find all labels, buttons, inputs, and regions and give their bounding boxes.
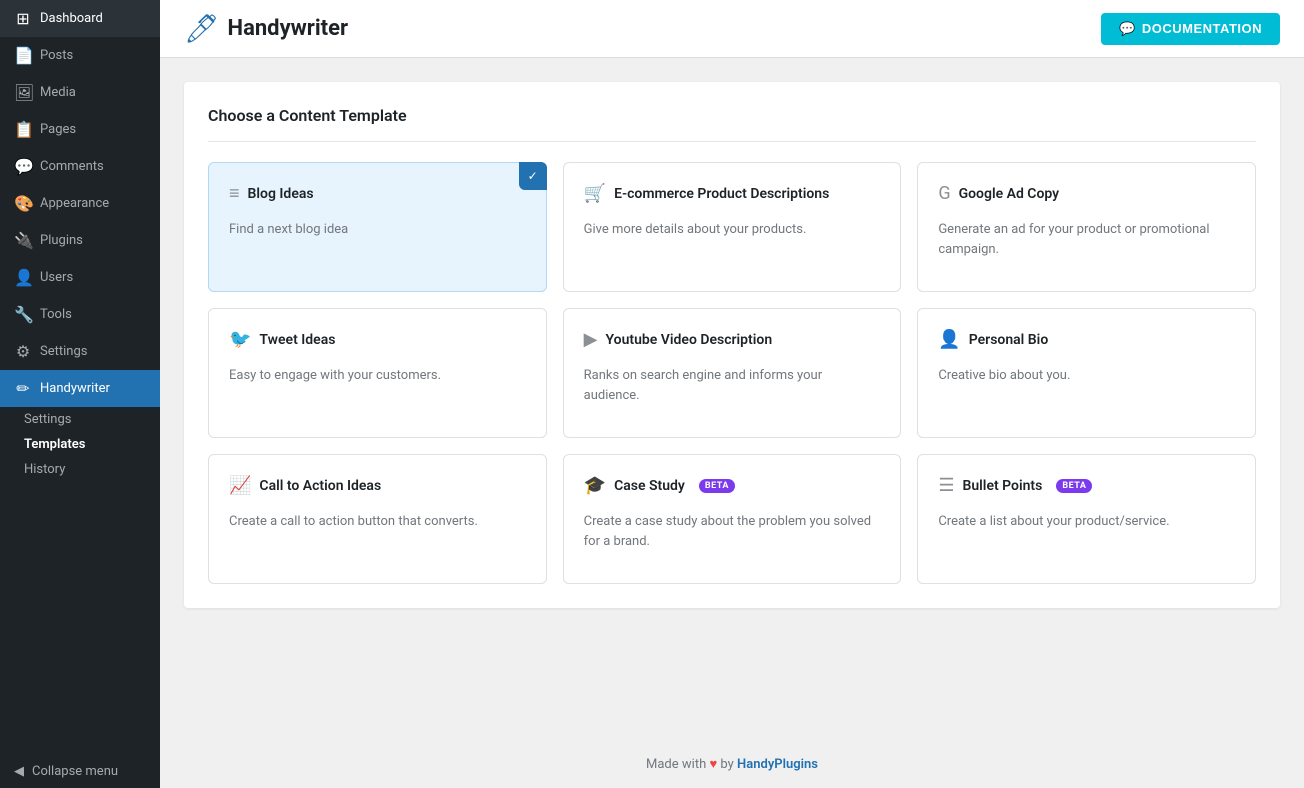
handywriter-icon: ✏ — [14, 379, 32, 398]
main-area: 🖊 Handywriter 💬 DOCUMENTATION Choose a C… — [160, 0, 1304, 788]
collapse-icon: ◀ — [14, 764, 24, 779]
plugins-icon: 🔌 — [14, 231, 32, 250]
card-desc: Give more details about your products. — [584, 220, 881, 240]
card-desc: Easy to engage with your customers. — [229, 366, 526, 386]
card-icon: 👤 — [938, 329, 960, 350]
comments-icon: 💬 — [14, 157, 32, 176]
card-desc: Creative bio about you. — [938, 366, 1235, 386]
sidebar-item-dashboard[interactable]: ⊞ Dashboard — [0, 0, 160, 37]
card-title: Bullet Points — [962, 478, 1042, 494]
card-icon: G — [938, 183, 950, 204]
card-header: ▶ Youtube Video Description — [584, 329, 881, 350]
brand: 🖊 Handywriter — [184, 12, 348, 45]
media-icon: 🖼 — [14, 83, 32, 102]
sidebar-item-comments[interactable]: 💬 Comments — [0, 148, 160, 185]
card-title: E-commerce Product Descriptions — [614, 186, 829, 202]
card-title: Tweet Ideas — [259, 332, 335, 348]
card-tweet-ideas[interactable]: 🐦 Tweet Ideas Easy to engage with your c… — [208, 308, 547, 438]
card-desc: Ranks on search engine and informs your … — [584, 366, 881, 405]
card-case-study[interactable]: 🎓 Case Study BETA Create a case study ab… — [563, 454, 902, 584]
card-blog-ideas[interactable]: ✓ ≡ Blog Ideas Find a next blog idea — [208, 162, 547, 292]
card-header: ☰ Bullet Points BETA — [938, 475, 1235, 496]
doc-icon: 💬 — [1119, 21, 1136, 37]
card-ecommerce[interactable]: 🛒 E-commerce Product Descriptions Give m… — [563, 162, 902, 292]
card-icon: ☰ — [938, 475, 954, 496]
sidebar-item-tools[interactable]: 🔧 Tools — [0, 296, 160, 333]
card-icon: 🐦 — [229, 329, 251, 350]
card-header: 👤 Personal Bio — [938, 329, 1235, 350]
card-bullet-points[interactable]: ☰ Bullet Points BETA Create a list about… — [917, 454, 1256, 584]
section-title: Choose a Content Template — [208, 106, 1256, 142]
dashboard-icon: ⊞ — [14, 9, 32, 28]
sidebar: ⊞ Dashboard 📄 Posts 🖼 Media 📋 Pages 💬 Co… — [0, 0, 160, 788]
sidebar-item-pages[interactable]: 📋 Pages — [0, 111, 160, 148]
sidebar-sub-settings[interactable]: Settings — [0, 407, 160, 432]
heart-icon: ♥ — [709, 757, 720, 772]
card-header: 📈 Call to Action Ideas — [229, 475, 526, 496]
footer: Made with ♥ by HandyPlugins — [160, 740, 1304, 788]
brand-name: Handywriter — [228, 16, 349, 41]
card-icon: 📈 — [229, 475, 251, 496]
collapse-menu[interactable]: ◀ Collapse menu — [0, 755, 160, 788]
sidebar-item-users[interactable]: 👤 Users — [0, 259, 160, 296]
posts-icon: 📄 — [14, 46, 32, 65]
sidebar-sub-templates[interactable]: Templates — [0, 432, 160, 457]
card-header: G Google Ad Copy — [938, 183, 1235, 204]
card-header: 🎓 Case Study BETA — [584, 475, 881, 496]
card-cta-ideas[interactable]: 📈 Call to Action Ideas Create a call to … — [208, 454, 547, 584]
sidebar-item-media[interactable]: 🖼 Media — [0, 74, 160, 111]
pages-icon: 📋 — [14, 120, 32, 139]
beta-badge: BETA — [1056, 479, 1092, 493]
brand-icon: 🖊 — [184, 12, 220, 45]
card-icon: ≡ — [229, 183, 240, 204]
sidebar-item-posts[interactable]: 📄 Posts — [0, 37, 160, 74]
check-badge: ✓ — [519, 162, 547, 190]
card-title: Youtube Video Description — [606, 332, 773, 348]
card-header: 🛒 E-commerce Product Descriptions — [584, 183, 881, 204]
sidebar-item-handywriter[interactable]: ✏ Handywriter — [0, 370, 160, 407]
card-title: Call to Action Ideas — [259, 478, 381, 494]
cards-grid: ✓ ≡ Blog Ideas Find a next blog idea 🛒 E… — [208, 162, 1256, 584]
settings-icon: ⚙ — [14, 342, 32, 361]
card-desc: Find a next blog idea — [229, 220, 526, 240]
card-header: 🐦 Tweet Ideas — [229, 329, 526, 350]
card-title: Personal Bio — [969, 332, 1049, 348]
card-title: Google Ad Copy — [959, 186, 1060, 202]
card-icon: 🎓 — [584, 475, 606, 496]
content-area: Choose a Content Template ✓ ≡ Blog Ideas… — [160, 58, 1304, 740]
card-header: ≡ Blog Ideas — [229, 183, 526, 204]
card-title: Blog Ideas — [248, 186, 314, 202]
handyplugins-link[interactable]: HandyPlugins — [737, 757, 818, 772]
card-desc: Create a case study about the problem yo… — [584, 512, 881, 551]
card-icon: ▶ — [584, 329, 598, 350]
sidebar-sub-history[interactable]: History — [0, 457, 160, 482]
card-youtube-desc[interactable]: ▶ Youtube Video Description Ranks on sea… — [563, 308, 902, 438]
sidebar-item-plugins[interactable]: 🔌 Plugins — [0, 222, 160, 259]
sidebar-item-appearance[interactable]: 🎨 Appearance — [0, 185, 160, 222]
template-container: Choose a Content Template ✓ ≡ Blog Ideas… — [184, 82, 1280, 608]
users-icon: 👤 — [14, 268, 32, 287]
documentation-button[interactable]: 💬 DOCUMENTATION — [1101, 13, 1280, 45]
sidebar-item-settings[interactable]: ⚙ Settings — [0, 333, 160, 370]
appearance-icon: 🎨 — [14, 194, 32, 213]
card-desc: Create a call to action button that conv… — [229, 512, 526, 532]
card-desc: Generate an ad for your product or promo… — [938, 220, 1235, 259]
tools-icon: 🔧 — [14, 305, 32, 324]
card-title: Case Study — [614, 478, 685, 494]
card-icon: 🛒 — [584, 183, 606, 204]
card-personal-bio[interactable]: 👤 Personal Bio Creative bio about you. — [917, 308, 1256, 438]
topbar: 🖊 Handywriter 💬 DOCUMENTATION — [160, 0, 1304, 58]
card-desc: Create a list about your product/service… — [938, 512, 1235, 532]
beta-badge: BETA — [699, 479, 735, 493]
card-google-ad[interactable]: G Google Ad Copy Generate an ad for your… — [917, 162, 1256, 292]
